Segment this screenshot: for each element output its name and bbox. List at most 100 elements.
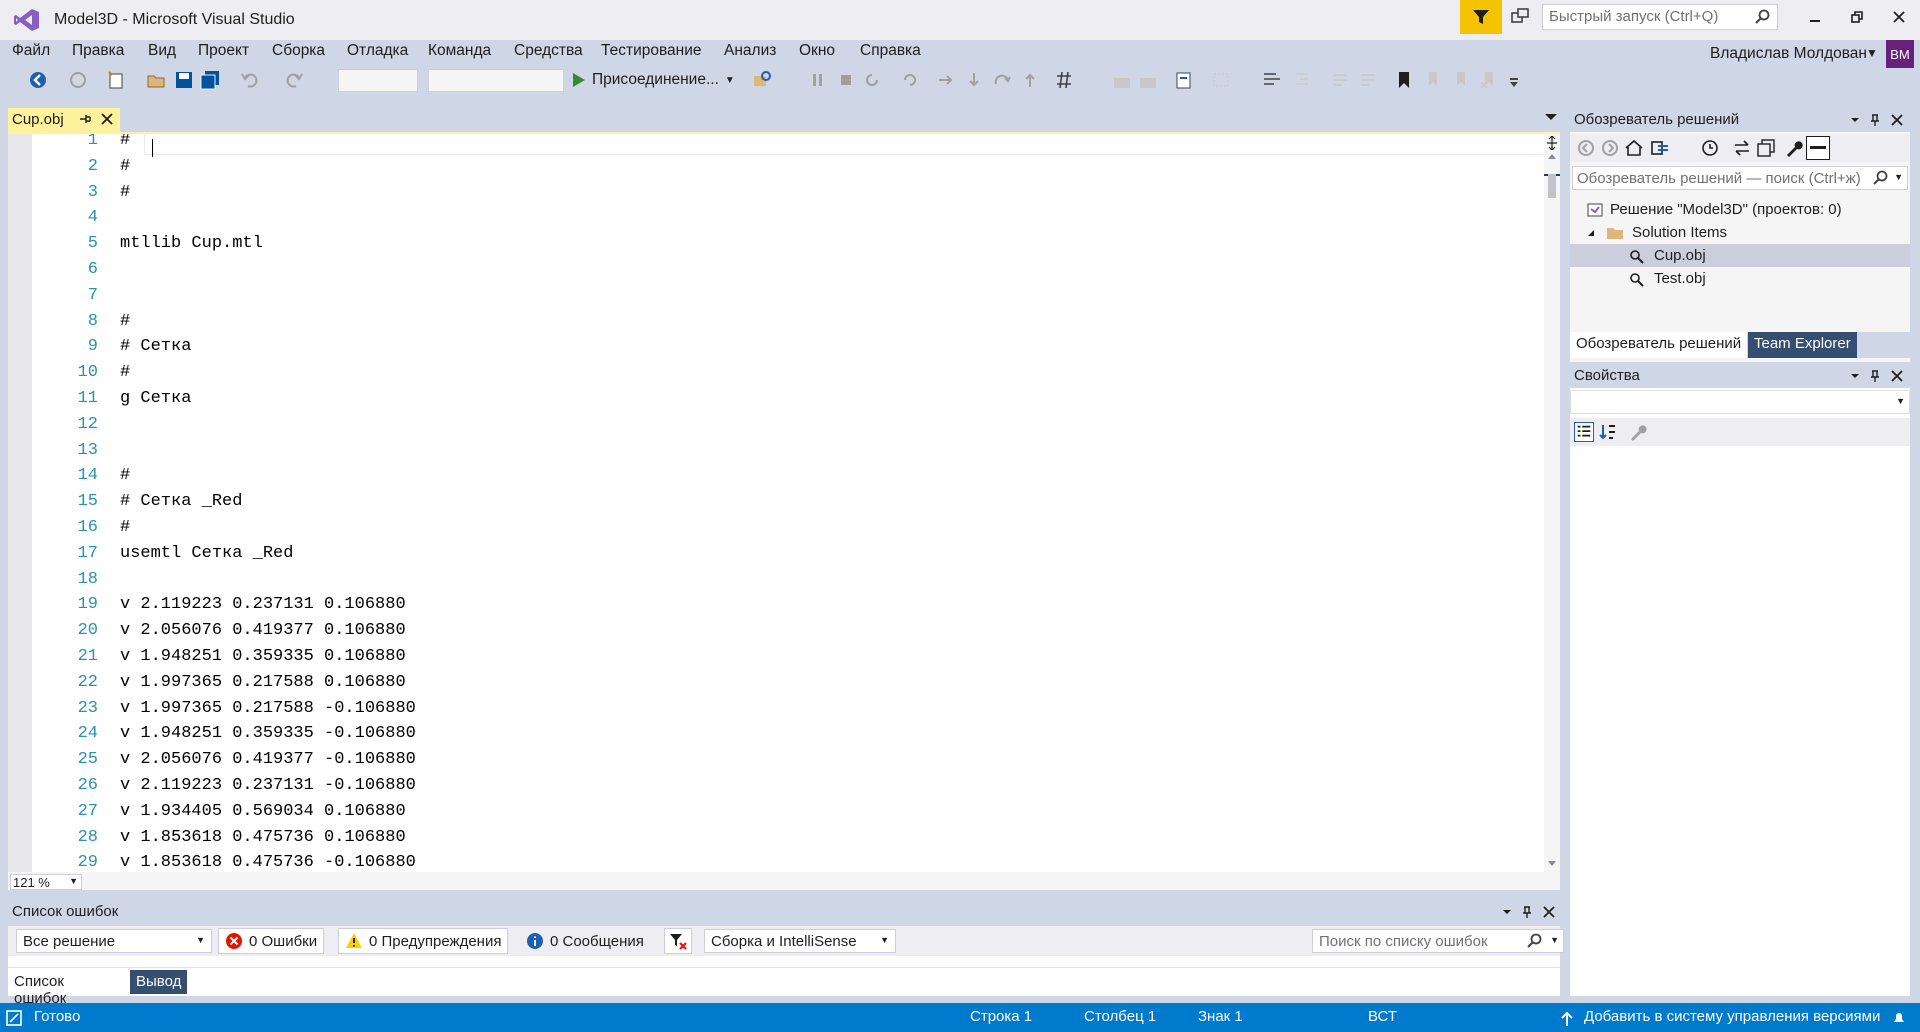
toolbar-options-icon[interactable] [1504, 70, 1524, 90]
pin-icon[interactable] [1520, 905, 1534, 919]
code-line[interactable]: 2 # [32, 155, 1544, 181]
switch-views-icon[interactable] [1650, 138, 1670, 158]
solution-platform-select[interactable] [428, 69, 564, 92]
window-position-chevron-down-icon[interactable] [1500, 905, 1514, 919]
code-line[interactable]: 14 # [32, 464, 1544, 490]
code-line[interactable]: 5 mtllib Cup.mtl [32, 232, 1544, 258]
code-line[interactable]: 21 v 1.948251 0.359335 0.106880 [32, 645, 1544, 671]
output-window-icon[interactable] [6, 1010, 22, 1026]
save-all-icon[interactable] [200, 70, 220, 90]
user-name[interactable]: Владислав Молдован [1710, 45, 1867, 63]
errors-filter-button[interactable]: 0 Ошибки [218, 928, 325, 954]
menu-test[interactable]: Тестирование [601, 42, 702, 60]
code-line[interactable]: 22 v 1.997365 0.217588 0.106880 [32, 671, 1544, 697]
close-icon[interactable] [1890, 113, 1904, 127]
menu-project[interactable]: Проект [198, 42, 249, 60]
code-line[interactable]: 7 [32, 284, 1544, 310]
navigate-forward-icon[interactable] [68, 70, 88, 90]
solution-configuration-select[interactable] [338, 69, 418, 92]
code-line[interactable]: 1 # [32, 134, 1544, 155]
messages-filter-button[interactable]: 0 Сообщения [520, 928, 650, 954]
previous-bookmark-icon[interactable] [1422, 70, 1442, 90]
menu-view[interactable]: Вид [148, 42, 176, 60]
tab-cup-obj[interactable]: Cup.obj [8, 108, 120, 132]
user-menu-chevron-icon[interactable]: ▼ [1866, 46, 1878, 60]
restore-button[interactable] [1842, 6, 1872, 28]
code-line[interactable]: 26 v 2.119223 0.237131 -0.106880 [32, 774, 1544, 800]
tab-solution-explorer[interactable]: Обозреватель решений [1570, 332, 1748, 358]
layout-toolbar-icon[interactable] [1112, 70, 1132, 90]
code-line[interactable]: 20 v 2.056076 0.419377 0.106880 [32, 619, 1544, 645]
bookmark-icon[interactable] [1394, 70, 1414, 90]
search-options-chevron-down-icon[interactable]: ▼ [1550, 935, 1559, 945]
scroll-down-icon[interactable] [1547, 860, 1557, 868]
hex-display-icon[interactable] [1054, 70, 1074, 90]
pause-icon[interactable] [808, 70, 828, 90]
menu-file[interactable]: Файл [12, 42, 50, 60]
code-line[interactable]: 29 v 1.853618 0.475736 -0.106880 [32, 851, 1544, 872]
warnings-filter-button[interactable]: 0 Предупреждения [338, 928, 509, 954]
properties-object-select[interactable]: ▼ [1570, 390, 1910, 414]
next-bookmark-icon[interactable] [1450, 70, 1470, 90]
tab-error-list[interactable]: Список ошибок [8, 970, 73, 1007]
zoom-level-select[interactable]: 121 % ▼ [10, 874, 82, 890]
error-search-input[interactable]: Поиск по списку ошибок ▼ [1312, 929, 1564, 953]
properties-wrench-icon[interactable] [1784, 138, 1804, 158]
pending-changes-filter-icon[interactable] [1700, 138, 1720, 158]
notifications-bell-icon[interactable] [1892, 1012, 1906, 1024]
show-next-statement-icon[interactable] [900, 70, 920, 90]
alphabetical-icon[interactable] [1598, 422, 1618, 442]
avatar[interactable]: ВМ [1886, 40, 1914, 68]
step-out-icon[interactable] [1020, 70, 1040, 90]
categorized-icon[interactable] [1574, 422, 1594, 442]
close-icon[interactable] [1890, 369, 1904, 383]
property-pages-wrench-icon[interactable] [1628, 422, 1648, 442]
code-editor[interactable]: 1 #2 #3 #4 5 mtllib Cup.mtl 6 7 8 #9 # Сетка 10 #11 g… [8, 132, 1560, 890]
code-line[interactable]: 13 [32, 439, 1544, 465]
undo-icon[interactable] [240, 70, 260, 90]
code-line[interactable]: 23 v 1.997365 0.217588 -0.106880 [32, 697, 1544, 723]
code-line[interactable]: 27 v 1.934405 0.569034 0.106880 [32, 800, 1544, 826]
restart-icon[interactable] [862, 70, 882, 90]
uncomment-lines-icon[interactable] [1358, 70, 1378, 90]
copy-to-output-icon[interactable] [1174, 70, 1194, 90]
error-source-select[interactable]: Сборка и IntelliSense ▼ [704, 929, 896, 953]
menu-tools[interactable]: Средства [514, 42, 583, 60]
window-position-chevron-down-icon[interactable] [1848, 369, 1862, 383]
expanded-arrow-icon[interactable] [1582, 224, 1600, 242]
pin-icon[interactable] [78, 112, 92, 126]
menu-edit[interactable]: Правка [72, 42, 124, 60]
tab-output[interactable]: Вывод [130, 970, 188, 994]
minimize-button[interactable] [1800, 6, 1830, 28]
vertical-scrollbar[interactable] [1544, 134, 1560, 872]
outdent-icon[interactable] [1292, 70, 1312, 90]
menu-analyze[interactable]: Анализ [724, 42, 776, 60]
code-line[interactable]: 15 # Сетка _Red [32, 490, 1544, 516]
navigate-back-icon[interactable] [28, 70, 48, 90]
format-icon[interactable] [1212, 70, 1232, 90]
code-lines[interactable]: 1 #2 #3 #4 5 mtllib Cup.mtl 6 7 8 #9 # Сетка 10 #11 g… [32, 134, 1544, 872]
code-line[interactable]: 11 g Сетка [32, 387, 1544, 413]
window-position-chevron-down-icon[interactable] [1848, 113, 1862, 127]
step-over-arc-icon[interactable] [992, 70, 1012, 90]
code-line[interactable]: 12 [32, 413, 1544, 439]
code-line[interactable]: 10 # [32, 361, 1544, 387]
save-icon[interactable] [174, 70, 194, 90]
code-line[interactable]: 24 v 1.948251 0.359335 -0.106880 [32, 722, 1544, 748]
open-file-icon[interactable] [146, 70, 166, 90]
code-line[interactable]: 18 [32, 568, 1544, 594]
code-line[interactable]: 28 v 1.853618 0.475736 0.106880 [32, 826, 1544, 852]
split-editor-icon[interactable] [1546, 136, 1558, 150]
close-icon[interactable] [100, 112, 114, 126]
step-over-icon[interactable] [936, 70, 956, 90]
forward-icon[interactable] [1600, 138, 1620, 158]
tree-item-solution-items[interactable]: Solution Items [1570, 221, 1910, 244]
tree-item-cup-obj[interactable]: Cup.obj [1570, 244, 1910, 267]
stop-icon[interactable] [836, 70, 856, 90]
preview-selected-button[interactable] [1806, 136, 1830, 160]
menu-window[interactable]: Окно [799, 42, 835, 60]
feedback-icon[interactable] [1510, 7, 1530, 27]
quick-launch-input[interactable]: Быстрый запуск (Ctrl+Q) [1542, 4, 1778, 30]
solution-search-input[interactable]: Обозреватель решений — поиск (Ctrl+ж) ▼ [1572, 166, 1908, 190]
menu-team[interactable]: Команда [428, 42, 491, 60]
